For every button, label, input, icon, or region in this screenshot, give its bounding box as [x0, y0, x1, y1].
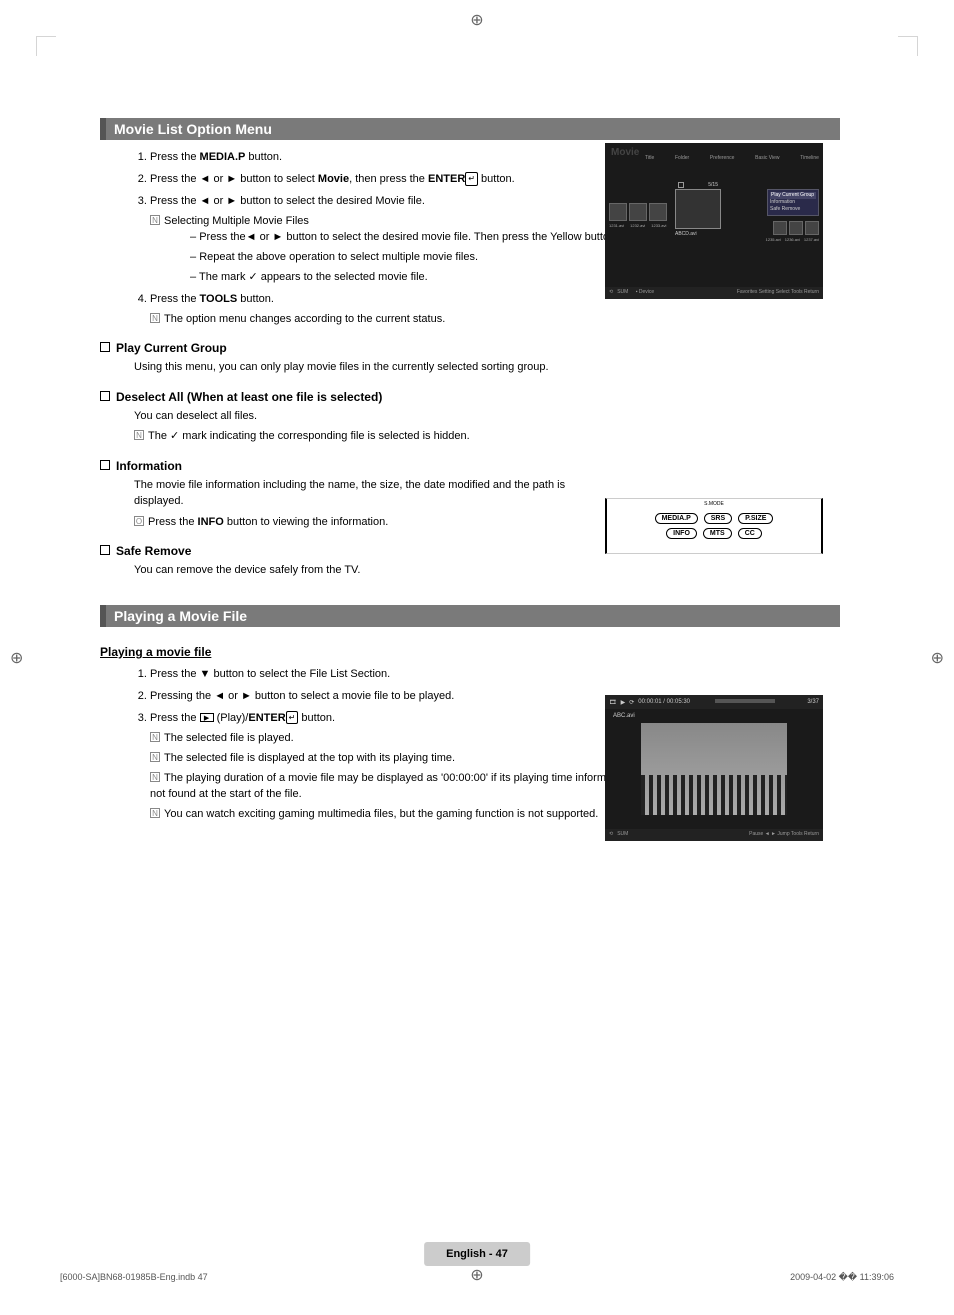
subhead-information: Information	[100, 459, 600, 473]
subsection-playing-movie-file: Playing a movie file	[100, 645, 840, 659]
figure-remote-buttons: S.MODE MEDIA.P SRS P.SIZE INFO MTS CC	[605, 498, 823, 554]
remote-button: CC	[738, 528, 762, 539]
remote-button: INFO	[666, 528, 697, 539]
timestamp: 2009-04-02 �� 11:39:06	[790, 1272, 894, 1283]
subhead-play-current-group: Play Current Group	[100, 341, 840, 355]
remote-button: P.SIZE	[738, 513, 773, 524]
registration-mark-icon: ⊕	[931, 648, 944, 668]
figure-movie-playback-screenshot: 🎞 ▶ ⟳ 00:00:01 / 00:05:30 3/37 ABC.avi ⟲…	[605, 695, 823, 841]
registration-mark-icon: ⊕	[10, 648, 23, 668]
thumb	[629, 203, 647, 221]
note-icon: N	[150, 752, 160, 762]
section-title-playing-movie: Playing a Movie File	[100, 605, 840, 627]
remote-button: MTS	[703, 528, 732, 539]
bullet-icon	[100, 342, 110, 352]
progress-bar	[715, 699, 775, 703]
indd-filename: [6000-SA]BN68-01985B-Eng.indb 47	[60, 1272, 208, 1282]
remote-button: MEDIA.P	[655, 513, 698, 524]
registration-mark-icon: ⊕	[470, 1265, 483, 1285]
crop-mark	[898, 36, 918, 56]
check-icon: ✓	[249, 271, 258, 283]
movie-frame	[641, 723, 787, 815]
page-footer: English - 47	[424, 1242, 530, 1266]
note-icon: N	[150, 772, 160, 782]
bullet-icon	[100, 460, 110, 470]
play-icon: ▶	[200, 713, 214, 722]
note-icon: N	[150, 808, 160, 818]
subhead-safe-remove: Safe Remove	[100, 544, 600, 558]
crop-mark	[36, 36, 56, 56]
section-title-movie-list-option: Movie List Option Menu	[100, 118, 840, 140]
play-step-1: Press the ▼ button to select the File Li…	[150, 667, 650, 683]
note-icon: N	[150, 215, 160, 225]
registration-mark-icon: ⊕	[470, 10, 483, 30]
subhead-deselect-all: Deselect All (When at least one file is …	[100, 390, 840, 404]
repeat-icon: ⟳	[629, 699, 634, 706]
play-icon: ▶	[621, 699, 626, 706]
thumb	[609, 203, 627, 221]
note-icon: N	[134, 430, 144, 440]
bullet-icon	[100, 545, 110, 555]
reel-icon: 🎞	[609, 699, 617, 706]
info-key-icon: O	[134, 516, 144, 526]
steps-list-2: Press the ▼ button to select the File Li…	[150, 667, 650, 823]
option-menu: Play Current Group Information Safe Remo…	[767, 189, 819, 216]
bullet-icon	[100, 391, 110, 401]
note-icon: N	[150, 732, 160, 742]
remote-button: SRS	[704, 513, 732, 524]
thumb	[649, 203, 667, 221]
note-icon: N	[150, 313, 160, 323]
play-step-2: Pressing the ◄ or ► button to select a m…	[150, 689, 650, 705]
selected-thumb: 5/15	[675, 189, 721, 229]
enter-icon: ↵	[465, 172, 478, 186]
page: ⊕ ⊕ ⊕ ⊕ Movie List Option Menu Press the…	[0, 0, 954, 1315]
play-step-3: Press the ▶ (Play)/ENTER↵ button. NThe s…	[150, 711, 650, 823]
figure-movie-list-screenshot: Movie Title Folder Preference Basic View…	[605, 143, 823, 299]
check-icon: ✓	[170, 430, 179, 442]
enter-icon: ↵	[286, 711, 299, 725]
